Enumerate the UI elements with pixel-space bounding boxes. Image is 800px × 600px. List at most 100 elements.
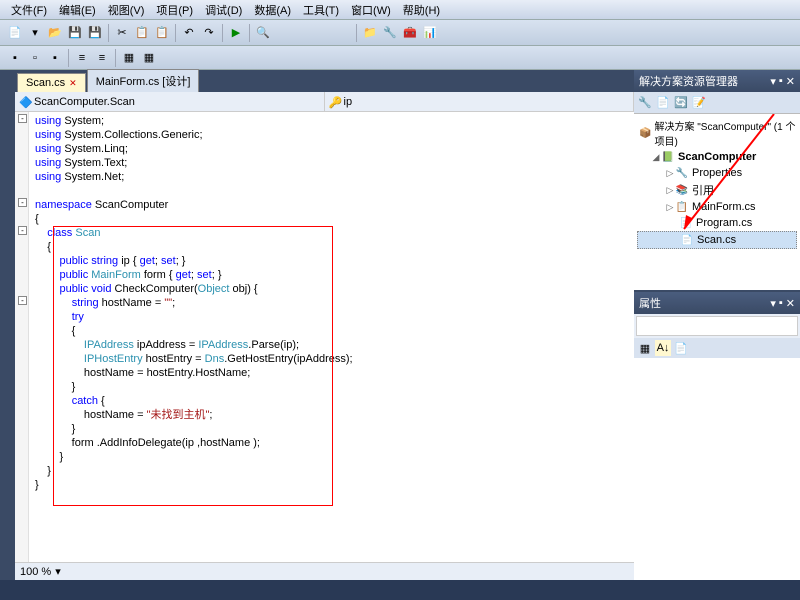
dropdown-icon[interactable]: ▾ [770, 75, 776, 88]
tab-mainform-designer[interactable]: MainForm.cs [设计] [87, 69, 200, 92]
show-all-icon[interactable]: 📄 [655, 95, 671, 111]
object-member-list-icon[interactable]: ▪ [6, 49, 24, 67]
toolbox-icon[interactable]: 🧰 [401, 24, 419, 42]
member-name: ip [344, 96, 353, 108]
tree-label: MainForm.cs [692, 201, 756, 213]
menu-view[interactable]: 视图(V) [102, 0, 151, 20]
tree-label: Properties [692, 167, 742, 179]
properties-panel: 属性 ▾ ▪ ✕ ▦ A↓ 📄 [634, 290, 800, 580]
find-icon[interactable]: 🔍 [254, 24, 272, 42]
close-panel-icon[interactable]: ✕ [786, 75, 795, 88]
toolbox-collapsed[interactable] [0, 70, 15, 580]
mainform-node[interactable]: ▷ 📋 MainForm.cs [637, 199, 797, 215]
increase-indent-icon[interactable]: ≡ [93, 49, 111, 67]
separator [108, 24, 109, 42]
solution-tree: 📦 解决方案 "ScanComputer" (1 个项目) ◢ 📗 ScanCo… [634, 114, 800, 290]
properties-selector[interactable] [636, 316, 798, 336]
properties-icon[interactable]: 🔧 [381, 24, 399, 42]
separator [249, 24, 250, 42]
document-tabs: Scan.cs ✕ MainForm.cs [设计] [15, 70, 634, 92]
member-dropdown[interactable]: 🔑 ip [325, 92, 635, 111]
save-all-icon[interactable]: 💾 [86, 24, 104, 42]
properties-folder-icon: 🔧 [675, 166, 689, 180]
pin-icon[interactable]: ▪ [779, 297, 783, 310]
properties-icon[interactable]: 🔧 [637, 95, 653, 111]
view-code-icon[interactable]: 📝 [691, 95, 707, 111]
menu-window[interactable]: 窗口(W) [345, 0, 397, 20]
decrease-indent-icon[interactable]: ≡ [73, 49, 91, 67]
copy-icon[interactable]: 📋 [133, 24, 151, 42]
comment-icon[interactable]: ▦ [120, 49, 138, 67]
close-tab-icon[interactable]: ✕ [69, 78, 77, 89]
program-node[interactable]: 📄 Program.cs [637, 215, 797, 231]
fold-toggle[interactable]: - [18, 226, 27, 235]
start-debug-icon[interactable]: ▶ [227, 24, 245, 42]
pin-icon[interactable]: ▪ [779, 75, 783, 88]
tree-label: 引用 [692, 182, 714, 198]
properties-toolbar: ▦ A↓ 📄 [634, 338, 800, 358]
menu-project[interactable]: 项目(P) [150, 0, 199, 20]
menu-data[interactable]: 数据(A) [248, 0, 297, 20]
scan-node[interactable]: 📄 Scan.cs [637, 231, 797, 249]
expand-icon[interactable]: ▷ [665, 185, 675, 196]
paste-icon[interactable]: 📋 [153, 24, 171, 42]
parameter-info-icon[interactable]: ▫ [26, 49, 44, 67]
tree-label: Scan.cs [697, 234, 736, 246]
class-name: ScanComputer.Scan [34, 96, 135, 108]
add-item-icon[interactable]: ▾ [26, 24, 44, 42]
tab-label: MainForm.cs [设计] [96, 73, 191, 89]
navigation-bar: 🔷 ScanComputer.Scan 🔑 ip [15, 92, 634, 112]
code-editor[interactable]: - - - - using System; using System.Colle… [15, 112, 634, 562]
alphabetical-icon[interactable]: A↓ [655, 340, 671, 356]
close-panel-icon[interactable]: ✕ [786, 297, 795, 310]
tree-label: ScanComputer [678, 151, 756, 163]
dropdown-icon[interactable]: ▾ [770, 297, 776, 310]
solution-explorer-icon[interactable]: 📁 [361, 24, 379, 42]
expand-icon[interactable]: ◢ [651, 152, 661, 163]
fold-toggle[interactable]: - [18, 198, 27, 207]
expand-icon[interactable]: ▷ [665, 168, 675, 179]
new-project-icon[interactable]: 📄 [6, 24, 24, 42]
solution-icon: 📦 [639, 126, 651, 140]
tab-scan-cs[interactable]: Scan.cs ✕ [17, 73, 86, 92]
solution-node[interactable]: 📦 解决方案 "ScanComputer" (1 个项目) [637, 117, 797, 149]
expand-icon[interactable]: ▷ [665, 202, 675, 213]
references-node[interactable]: ▷ 📚 引用 [637, 181, 797, 199]
property-icon: 🔑 [329, 96, 341, 108]
menu-file[interactable]: 文件(F) [5, 0, 53, 20]
uncomment-icon[interactable]: ▦ [140, 49, 158, 67]
class-view-icon[interactable]: 📊 [421, 24, 439, 42]
editor-area: Scan.cs ✕ MainForm.cs [设计] 🔷 ScanCompute… [15, 70, 634, 580]
open-icon[interactable]: 📂 [46, 24, 64, 42]
project-node[interactable]: ◢ 📗 ScanComputer [637, 149, 797, 165]
menu-help[interactable]: 帮助(H) [397, 0, 446, 20]
properties-node[interactable]: ▷ 🔧 Properties [637, 165, 797, 181]
cut-icon[interactable]: ✂ [113, 24, 131, 42]
csharp-project-icon: 📗 [661, 150, 675, 164]
main-toolbar: 📄 ▾ 📂 💾 💾 ✂ 📋 📋 ↶ ↷ ▶ 🔍 📁 🔧 🧰 📊 [0, 20, 800, 46]
form-icon: 📋 [675, 200, 689, 214]
menu-debug[interactable]: 调试(D) [199, 0, 248, 20]
categorized-icon[interactable]: ▦ [637, 340, 653, 356]
separator [175, 24, 176, 42]
references-icon: 📚 [675, 183, 689, 197]
save-icon[interactable]: 💾 [66, 24, 84, 42]
tree-label: Program.cs [696, 217, 752, 229]
class-dropdown[interactable]: 🔷 ScanComputer.Scan [15, 92, 325, 111]
undo-icon[interactable]: ↶ [180, 24, 198, 42]
quick-info-icon[interactable]: ▪ [46, 49, 64, 67]
menu-edit[interactable]: 编辑(E) [53, 0, 102, 20]
zoom-level[interactable]: 100 % [20, 566, 51, 578]
refresh-icon[interactable]: 🔄 [673, 95, 689, 111]
properties-grid[interactable] [634, 358, 800, 580]
property-pages-icon[interactable]: 📄 [673, 340, 689, 356]
fold-toggle[interactable]: - [18, 296, 27, 305]
panel-title-text: 属性 [639, 295, 661, 311]
fold-toggle[interactable]: - [18, 114, 27, 123]
outline-margin: - - - - [15, 112, 29, 562]
redo-icon[interactable]: ↷ [200, 24, 218, 42]
menu-tools[interactable]: 工具(T) [297, 0, 345, 20]
panel-title-text: 解决方案资源管理器 [639, 73, 738, 89]
tab-label: Scan.cs [26, 77, 65, 89]
separator [222, 24, 223, 42]
